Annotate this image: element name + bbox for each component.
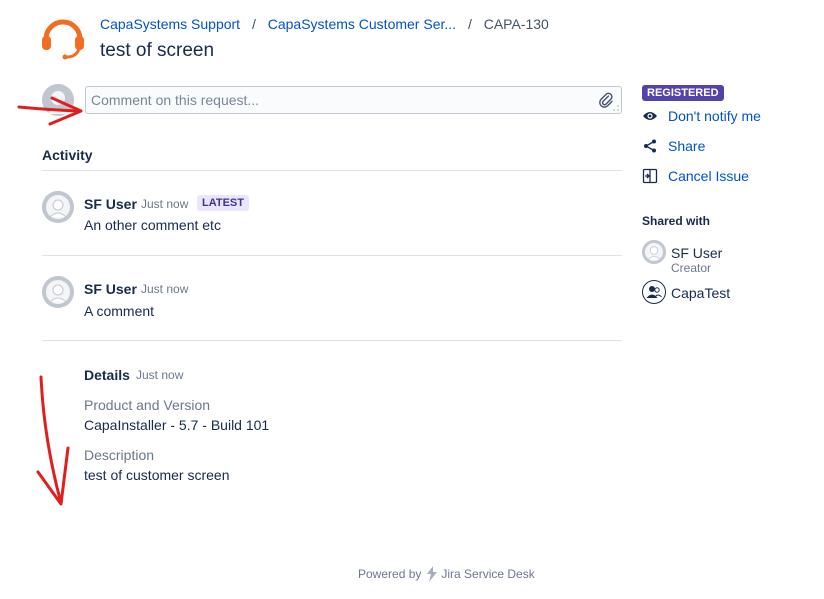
breadcrumb-link-customer-service[interactable]: CapaSystems Customer Ser... — [268, 16, 456, 32]
field-label-product-version: Product and Version — [84, 397, 211, 413]
field-value-description: test of customer screen — [84, 467, 230, 483]
comment-box[interactable] — [85, 86, 622, 114]
organization-icon — [642, 280, 666, 304]
breadcrumb-current-issue: CAPA-130 — [483, 16, 549, 32]
share-action[interactable]: Share — [642, 136, 705, 156]
shared-person-avatar — [642, 240, 666, 264]
breadcrumb-link-support[interactable]: CapaSystems Support — [100, 16, 240, 32]
divider — [42, 255, 622, 256]
shared-organization-name: CapaTest — [671, 285, 731, 301]
shared-person-role: Creator — [671, 261, 712, 275]
footer: Powered by Jira Service Desk — [358, 566, 535, 582]
comment-timestamp: Just now — [141, 282, 189, 296]
share-link[interactable]: Share — [668, 138, 705, 154]
divider — [42, 170, 622, 171]
shared-person-name: SF User — [671, 245, 723, 261]
breadcrumb: CapaSystems Support / CapaSystems Custom… — [100, 16, 549, 32]
comment-timestamp: Just now — [141, 197, 189, 211]
field-label-description: Description — [84, 447, 155, 463]
cancel-issue-action[interactable]: Cancel Issue — [642, 166, 749, 186]
comment-author: SF User — [84, 281, 137, 297]
activity-heading: Activity — [42, 147, 93, 163]
eye-icon — [642, 108, 658, 124]
cancel-issue-link[interactable]: Cancel Issue — [668, 168, 749, 184]
jira-logo-icon — [427, 566, 438, 582]
footer-powered-by: Powered by — [358, 567, 422, 581]
status-badge: REGISTERED — [642, 85, 724, 101]
details-heading: Details — [84, 367, 130, 383]
comment-author-avatar — [42, 191, 74, 223]
comment-input[interactable] — [86, 87, 621, 113]
resize-handle-icon[interactable] — [613, 105, 619, 111]
comment-body: A comment — [84, 303, 155, 319]
breadcrumb-separator: / — [251, 16, 256, 32]
dont-notify-link[interactable]: Don't notify me — [668, 108, 761, 124]
shared-with-heading: Shared with — [642, 214, 711, 228]
attachment-icon[interactable] — [599, 92, 613, 108]
comment-body: An other comment etc — [84, 217, 221, 233]
breadcrumb-separator: / — [467, 16, 472, 32]
help-center-logo-icon[interactable] — [40, 14, 86, 60]
comment-author-avatar — [42, 276, 74, 308]
field-value-product-version: CapaInstaller - 5.7 - Build 101 — [84, 417, 270, 433]
dont-notify-action[interactable]: Don't notify me — [642, 106, 761, 126]
page-title: test of screen — [100, 40, 215, 61]
comment-author: SF User — [84, 196, 137, 212]
divider — [42, 340, 622, 341]
share-icon — [642, 138, 658, 154]
cancel-issue-icon — [642, 168, 658, 184]
details-timestamp: Just now — [136, 368, 184, 382]
footer-product-link[interactable]: Jira Service Desk — [441, 567, 534, 581]
current-user-avatar — [42, 84, 74, 116]
latest-badge: LATEST — [197, 195, 249, 211]
